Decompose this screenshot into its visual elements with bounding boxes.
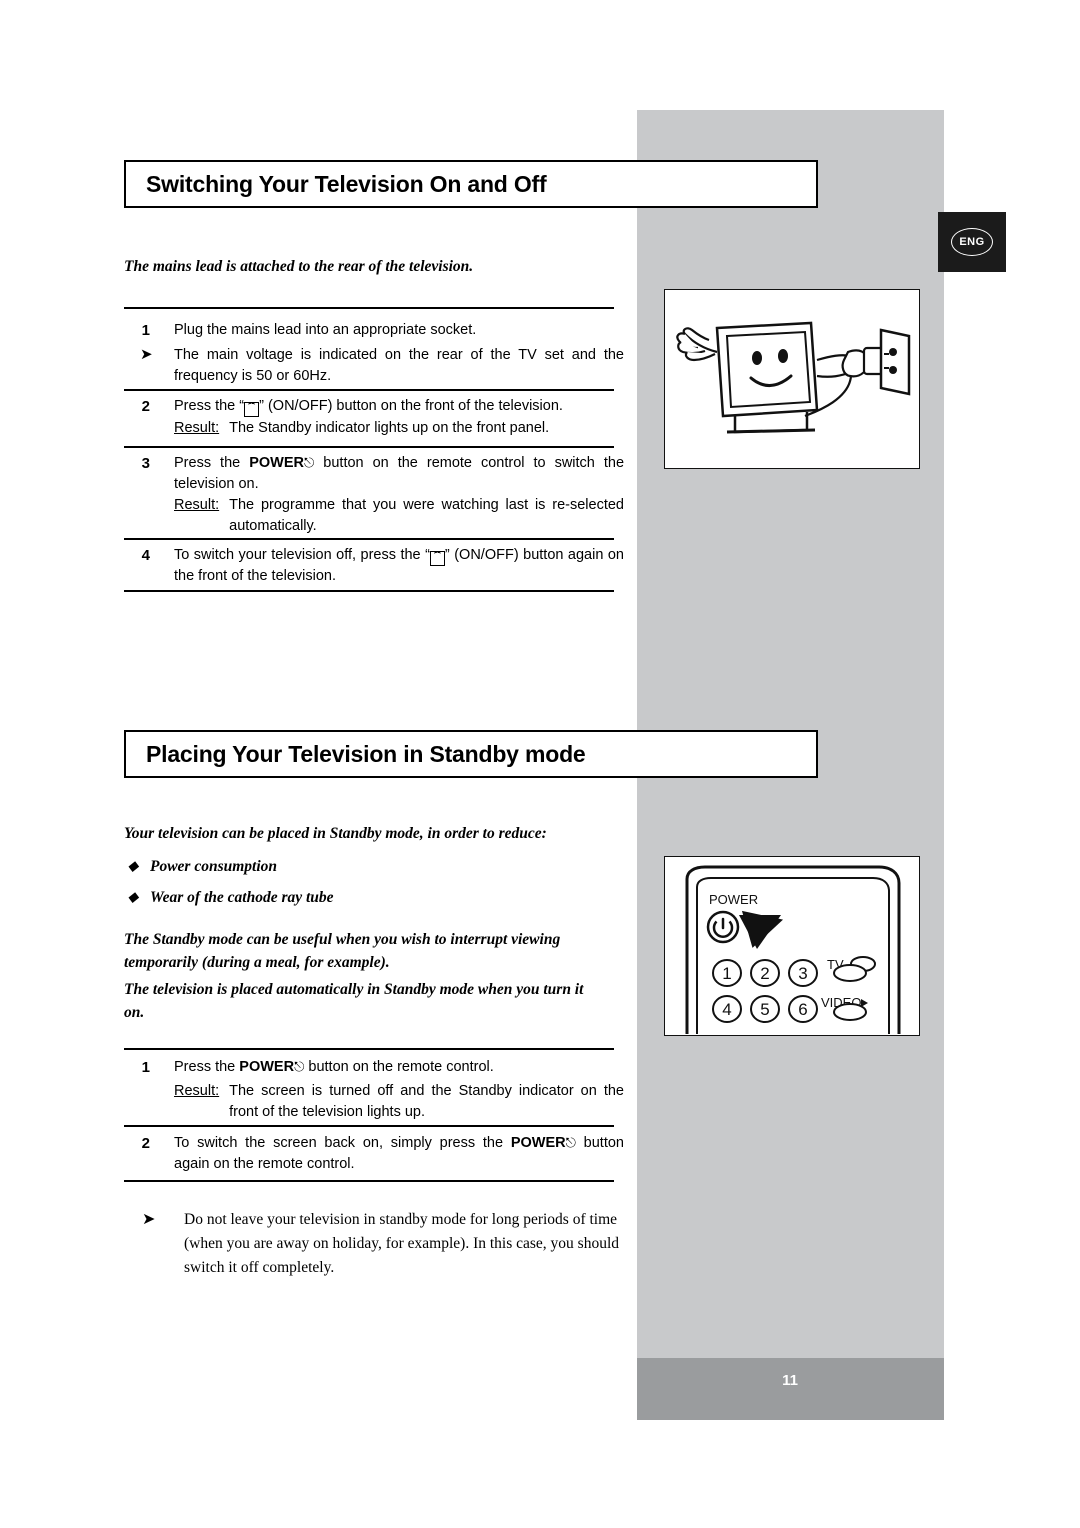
illustration-tv-plug	[664, 289, 920, 469]
step-1-4: 4 To switch your television off, press t…	[124, 545, 624, 587]
step-text-pre: Press the	[174, 455, 250, 471]
divider	[124, 1048, 614, 1050]
benefit-text: Power consumption	[150, 858, 278, 875]
power-button-label: POWER	[239, 1059, 295, 1075]
divider	[124, 446, 614, 448]
illustration-remote-control: POWER 1 2 3 4 5 6 TV VIDEO	[664, 856, 920, 1039]
step-text-post: ” (ON/OFF) button on the front of the te…	[259, 398, 563, 414]
page-number: 11	[782, 1372, 798, 1389]
diamond-bullet-icon: ◆	[128, 889, 138, 904]
language-badge-label: ENG	[951, 228, 993, 256]
power-symbol-icon: ⏞	[244, 402, 260, 417]
note-text: Do not leave your television in standby …	[184, 1211, 620, 1277]
result-label: Result:	[174, 1083, 220, 1099]
note-text: The main voltage is indicated on the rea…	[174, 347, 624, 384]
diamond-bullet-icon: ◆	[128, 858, 138, 873]
step-2-2: 2 To switch the screen back on, simply p…	[124, 1133, 624, 1174]
step-1-2-result: Result: The Standby indicator lights up …	[124, 418, 624, 439]
step-text-pre: Press the “	[174, 398, 245, 414]
standby-warning-note: ➤ Do not leave your television in standb…	[124, 1208, 634, 1280]
divider	[124, 538, 614, 540]
standby-benefit-2: ◆ Wear of the cathode ray tube	[128, 889, 334, 907]
power-symbol-icon: ⎋	[304, 456, 315, 471]
step-number: 3	[141, 455, 150, 472]
svg-text:2: 2	[760, 964, 769, 983]
step-text: Press the POWER⎋ button on the remote co…	[174, 1057, 624, 1078]
standby-paragraph-2: The television is placed automatically i…	[124, 981, 584, 1022]
result-row: Result: The Standby indicator lights up …	[174, 418, 624, 439]
power-button-label: POWER	[249, 455, 304, 471]
result-text: The programme that you were watching las…	[229, 497, 624, 534]
divider	[124, 590, 614, 592]
page-footer-band	[637, 1358, 944, 1420]
arrow-icon: ➤	[140, 346, 153, 363]
step-number: 2	[141, 1135, 150, 1152]
section-title-switching: Switching Your Television On and Off	[124, 160, 818, 208]
divider	[124, 1125, 614, 1127]
step-number: 2	[141, 398, 150, 415]
svg-text:4: 4	[722, 1000, 731, 1019]
arrow-icon: ➤	[142, 1211, 156, 1228]
step-1-3: 3 Press the POWER⎋ button on the remote …	[124, 453, 624, 494]
step-1-3-result: Result: The programme that you were watc…	[124, 495, 624, 536]
divider	[124, 307, 614, 309]
svg-text:6: 6	[798, 1000, 807, 1019]
section-title-text: Switching Your Television On and Off	[146, 170, 547, 197]
step-1-1: 1 Plug the mains lead into an appropriat…	[124, 320, 624, 341]
power-symbol-icon: ⏞	[429, 551, 445, 566]
step-text: To switch the screen back on, simply pre…	[174, 1133, 624, 1174]
step-number: 1	[141, 1059, 150, 1076]
step-2-1-result: Result: The screen is turned off and the…	[124, 1081, 624, 1122]
result-label: Result:	[174, 497, 220, 513]
svg-text:1: 1	[722, 964, 731, 983]
remote-control-keypad-icon: POWER 1 2 3 4 5 6 TV VIDEO	[685, 865, 901, 1039]
result-row: Result: The screen is turned off and the…	[174, 1081, 624, 1122]
step-1-1-note: ➤ The main voltage is indicated on the r…	[124, 345, 624, 386]
svg-text:3: 3	[798, 964, 807, 983]
remote-power-label: POWER	[709, 892, 758, 907]
manual-page: 11 ENG Switching Your Television On and …	[0, 0, 1080, 1528]
step-text: Press the POWER⎋ button on the remote co…	[174, 453, 624, 494]
power-button-label: POWER	[510, 1135, 566, 1151]
step-text-pre: To switch the screen back on, simply pre…	[174, 1135, 511, 1151]
result-label: Result:	[174, 420, 220, 436]
step-text-pre: To switch your television off, press the…	[174, 547, 430, 563]
language-badge: ENG	[938, 212, 1006, 272]
step-text-post: button on the remote control.	[304, 1059, 494, 1075]
cartoon-tv-plugging-into-wall-socket-icon	[676, 321, 911, 434]
result-text: The screen is turned off and the Standby…	[229, 1083, 624, 1120]
step-2-1: 1 Press the POWER⎋ button on the remote …	[124, 1057, 624, 1078]
svg-text:5: 5	[760, 1000, 769, 1019]
section-title-text: Placing Your Television in Standby mode	[146, 740, 586, 767]
section2-intro: Your television can be placed in Standby…	[124, 825, 547, 842]
divider	[124, 389, 614, 391]
result-text: The Standby indicator lights up on the f…	[229, 420, 550, 436]
step-number: 4	[141, 547, 150, 564]
step-1-2: 2 Press the “⏞” (ON/OFF) button on the f…	[124, 396, 624, 417]
step-text-pre: Press the	[174, 1059, 240, 1075]
power-symbol-icon: ⎋	[565, 1136, 576, 1151]
step-text: Plug the mains lead into an appropriate …	[174, 322, 477, 338]
step-text: To switch your television off, press the…	[174, 545, 624, 587]
benefit-text: Wear of the cathode ray tube	[150, 889, 334, 906]
standby-benefit-1: ◆ Power consumption	[128, 858, 278, 876]
step-text: Press the “⏞” (ON/OFF) button on the fro…	[174, 396, 624, 417]
standby-paragraph-1: The Standby mode can be useful when you …	[124, 931, 561, 972]
step-number: 1	[141, 322, 150, 339]
section-title-standby: Placing Your Television in Standby mode	[124, 730, 818, 778]
section1-intro: The mains lead is attached to the rear o…	[124, 258, 474, 275]
result-row: Result: The programme that you were watc…	[174, 495, 624, 536]
divider	[124, 1180, 614, 1182]
power-symbol-icon: ⎋	[294, 1060, 305, 1075]
